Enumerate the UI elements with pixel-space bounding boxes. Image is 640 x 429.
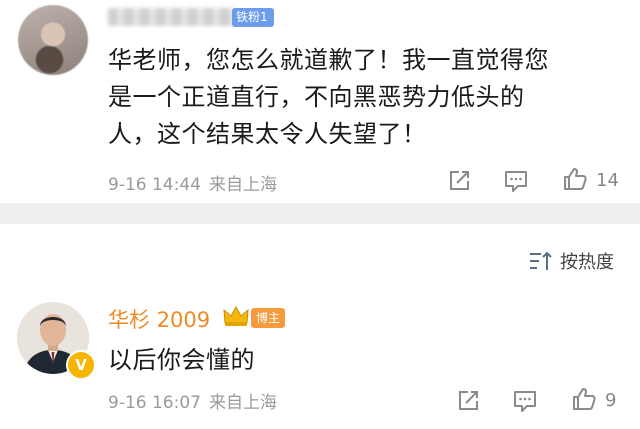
username-blurred[interactable]	[108, 8, 236, 26]
comment-text: 华老师，您怎么就道歉了！我一直觉得您 是一个正道直行，不向黑恶势力低头的 人，这…	[108, 42, 628, 153]
avatar[interactable]	[18, 5, 88, 75]
crown-icon	[223, 305, 249, 326]
section-divider	[0, 203, 640, 224]
like-icon[interactable]	[571, 386, 597, 412]
comment-meta: 9-16 14:44 来自上海	[108, 170, 277, 195]
sort-by-hot-button[interactable]: 按热度	[560, 248, 614, 274]
comment-icon[interactable]	[503, 168, 529, 194]
host-badge: 博主	[251, 308, 286, 328]
comment-icon[interactable]	[512, 388, 538, 414]
like-icon[interactable]	[562, 166, 588, 192]
comment-text: 以后你会懂的	[108, 346, 255, 374]
comment-item-1: 铁粉1 华老师，您怎么就道歉了！我一直觉得您 是一个正道直行，不向黑恶势力低头的…	[0, 0, 640, 203]
comment-line: 华老师，您怎么就道歉了！我一直觉得您	[108, 46, 549, 74]
fan-badge: 铁粉1	[232, 8, 274, 27]
location: 来自上海	[208, 175, 277, 195]
comment-meta: 9-16 16:07 来自上海	[108, 388, 277, 413]
comment-item-2: V 华杉 2009 博主 以后你会懂的 9-16 16:07 来自上海 9	[0, 292, 640, 429]
timestamp: 9-16 16:07	[108, 393, 201, 413]
like-count: 9	[605, 390, 617, 411]
username[interactable]: 华杉 2009	[108, 304, 210, 334]
like-count: 14	[596, 170, 619, 191]
location: 来自上海	[208, 393, 277, 413]
comment-line: 是一个正道直行，不向黑恶势力低头的	[108, 83, 525, 111]
timestamp: 9-16 14:44	[108, 175, 201, 195]
share-icon[interactable]	[455, 388, 481, 414]
sort-icon[interactable]	[528, 250, 554, 272]
comment-line: 人，这个结果太令人失望了！	[108, 120, 427, 148]
share-icon[interactable]	[446, 168, 472, 194]
sort-bar: 按热度	[0, 224, 640, 292]
verified-badge: V	[66, 350, 96, 380]
